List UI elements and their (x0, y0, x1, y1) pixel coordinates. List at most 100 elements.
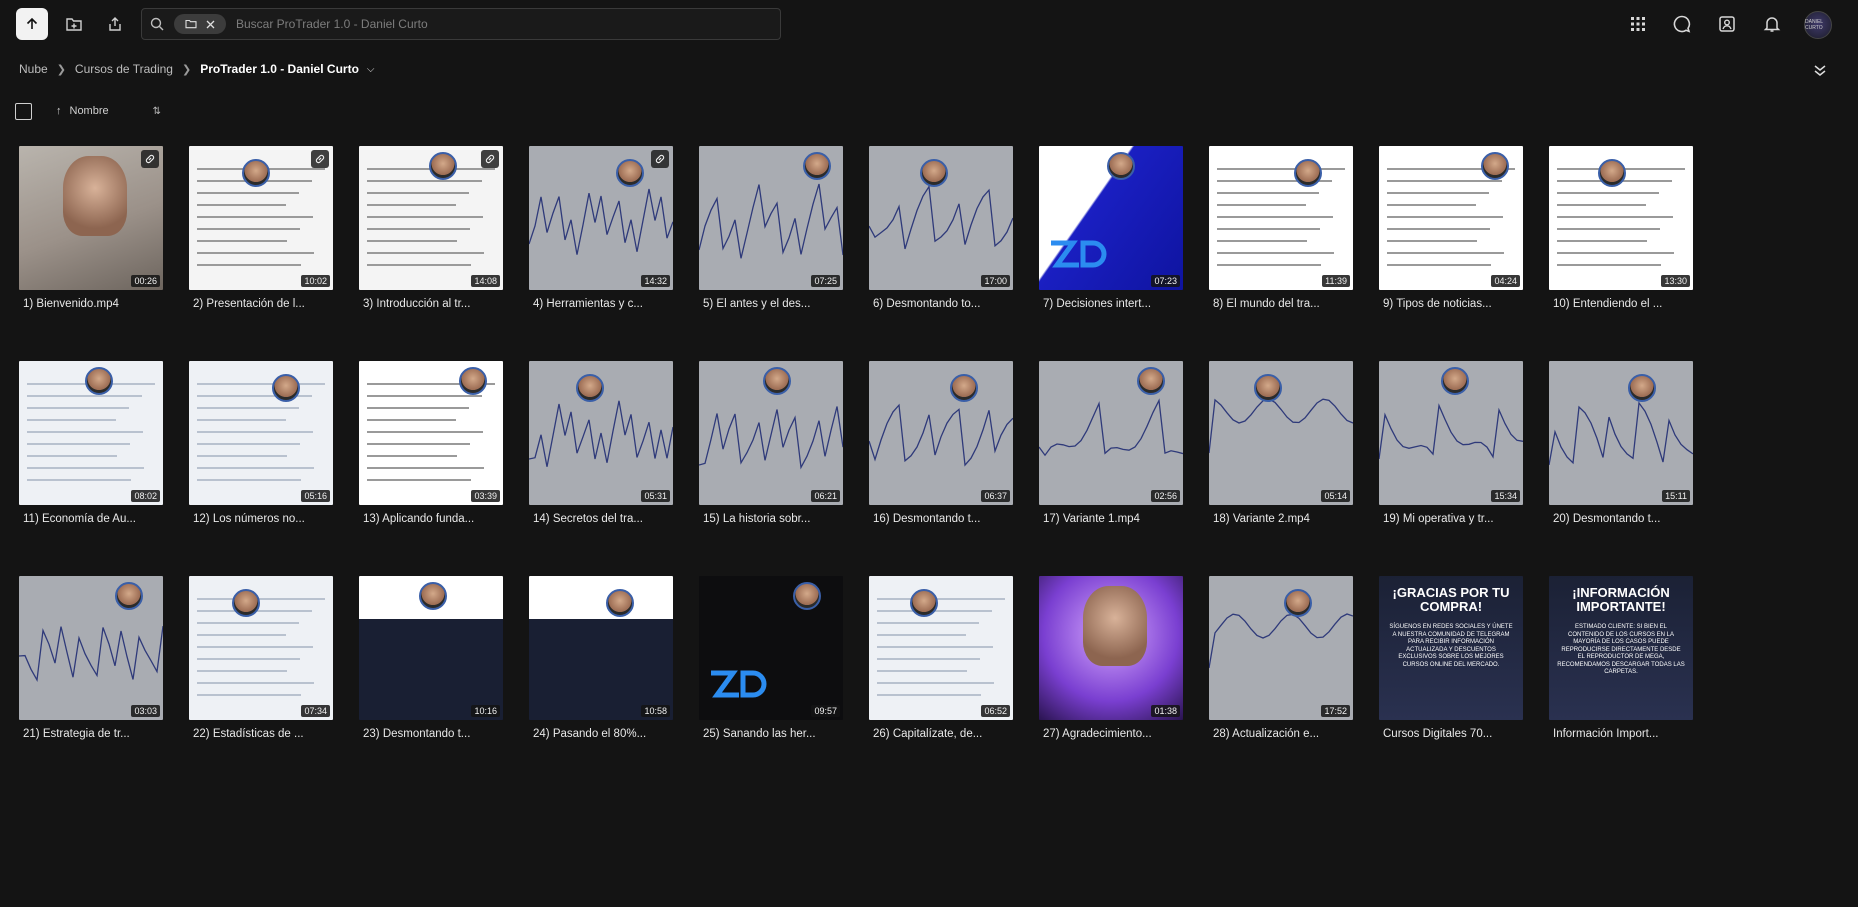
file-name[interactable]: 12) Los números no... (189, 513, 333, 525)
file-card[interactable]: 10:02 2) Presentación de l... (189, 146, 333, 310)
file-card[interactable]: 03:39 13) Aplicando funda... (359, 361, 503, 525)
file-name[interactable]: 19) Mi operativa y tr... (1379, 513, 1523, 525)
file-name[interactable]: 15) La historia sobr... (699, 513, 843, 525)
file-thumbnail[interactable]: 10:02 (189, 146, 333, 290)
file-thumbnail[interactable]: 15:34 (1379, 361, 1523, 505)
breadcrumb-item-cursos[interactable]: Cursos de Trading (75, 62, 173, 76)
file-thumbnail[interactable]: 11:39 (1209, 146, 1353, 290)
file-thumbnail[interactable]: 05:16 (189, 361, 333, 505)
file-thumbnail[interactable]: 14:08 (359, 146, 503, 290)
file-name[interactable]: 8) El mundo del tra... (1209, 298, 1353, 310)
file-card[interactable]: 09:57 25) Sanando las her... (699, 576, 843, 740)
breadcrumb-item-nube[interactable]: Nube (19, 62, 48, 76)
file-card[interactable]: ¡INFORMACIÓN IMPORTANTE! ESTIMADO CLIENTE… (1549, 576, 1693, 740)
select-all-checkbox[interactable] (15, 102, 32, 120)
file-thumbnail[interactable]: ¡GRACIAS POR TU COMPRA! SÍGUENOS EN REDES… (1379, 576, 1523, 720)
file-thumbnail[interactable]: 14:32 (529, 146, 673, 290)
file-name[interactable]: 14) Secretos del tra... (529, 513, 673, 525)
file-card[interactable]: 08:02 11) Economía de Au... (19, 361, 163, 525)
file-name[interactable]: 10) Entendiendo el ... (1549, 298, 1693, 310)
file-card[interactable]: 15:11 20) Desmontando t... (1549, 361, 1693, 525)
file-name[interactable]: 22) Estadísticas de ... (189, 728, 333, 740)
file-name[interactable]: 28) Actualización e... (1209, 728, 1353, 740)
file-card[interactable]: 01:38 27) Agradecimiento... (1039, 576, 1183, 740)
file-thumbnail[interactable]: 06:21 (699, 361, 843, 505)
file-thumbnail[interactable]: 10:16 (359, 576, 503, 720)
file-thumbnail[interactable]: 08:02 (19, 361, 163, 505)
file-name[interactable]: 11) Economía de Au... (19, 513, 163, 525)
file-thumbnail[interactable]: ¡INFORMACIÓN IMPORTANTE! ESTIMADO CLIENTE… (1549, 576, 1693, 720)
file-thumbnail[interactable]: 15:11 (1549, 361, 1693, 505)
file-name[interactable]: 13) Aplicando funda... (359, 513, 503, 525)
file-thumbnail[interactable]: 07:23 (1039, 146, 1183, 290)
file-thumbnail[interactable]: 09:57 (699, 576, 843, 720)
file-thumbnail[interactable]: 00:26 (19, 146, 163, 290)
file-thumbnail[interactable]: 04:24 (1379, 146, 1523, 290)
file-thumbnail[interactable]: 03:03 (19, 576, 163, 720)
file-card[interactable]: 04:24 9) Tipos de noticias... (1379, 146, 1523, 310)
file-thumbnail[interactable]: 05:31 (529, 361, 673, 505)
search-input[interactable] (226, 17, 780, 31)
file-thumbnail[interactable]: 02:56 (1039, 361, 1183, 505)
file-card[interactable]: 11:39 8) El mundo del tra... (1209, 146, 1353, 310)
close-icon[interactable] (206, 20, 215, 29)
file-thumbnail[interactable]: 06:37 (869, 361, 1013, 505)
file-card[interactable]: 07:25 5) El antes y el des... (699, 146, 843, 310)
file-thumbnail[interactable]: 06:52 (869, 576, 1013, 720)
file-card[interactable]: 05:31 14) Secretos del tra... (529, 361, 673, 525)
contacts-icon[interactable] (1713, 10, 1741, 38)
file-card[interactable]: 17:00 6) Desmontando to... (869, 146, 1013, 310)
file-name[interactable]: 24) Pasando el 80%... (529, 728, 673, 740)
file-card[interactable]: 15:34 19) Mi operativa y tr... (1379, 361, 1523, 525)
avatar[interactable]: DANIEL CURTO (1804, 11, 1832, 39)
file-card[interactable]: 10:58 24) Pasando el 80%... (529, 576, 673, 740)
file-card[interactable]: 05:16 12) Los números no... (189, 361, 333, 525)
file-name[interactable]: 18) Variante 2.mp4 (1209, 513, 1353, 525)
file-card[interactable]: 02:56 17) Variante 1.mp4 (1039, 361, 1183, 525)
file-thumbnail[interactable]: 13:30 (1549, 146, 1693, 290)
file-name[interactable]: 5) El antes y el des... (699, 298, 843, 310)
file-name[interactable]: 27) Agradecimiento... (1039, 728, 1183, 740)
file-thumbnail[interactable]: 17:00 (869, 146, 1013, 290)
file-name[interactable]: 9) Tipos de noticias... (1379, 298, 1523, 310)
folder-scope-chip[interactable] (174, 14, 226, 34)
file-card[interactable]: 10:16 23) Desmontando t... (359, 576, 503, 740)
file-card[interactable]: 17:52 28) Actualización e... (1209, 576, 1353, 740)
file-thumbnail[interactable]: 10:58 (529, 576, 673, 720)
apps-grid-icon[interactable] (1624, 10, 1652, 38)
file-card[interactable]: ¡GRACIAS POR TU COMPRA! SÍGUENOS EN REDES… (1379, 576, 1523, 740)
file-name[interactable]: Cursos Digitales 70... (1379, 728, 1523, 740)
file-card[interactable]: 00:26 1) Bienvenido.mp4 (19, 146, 163, 310)
collapse-icon[interactable] (1812, 62, 1828, 78)
file-name[interactable]: 6) Desmontando to... (869, 298, 1013, 310)
file-name[interactable]: 25) Sanando las her... (699, 728, 843, 740)
file-thumbnail[interactable]: 07:25 (699, 146, 843, 290)
chevron-down-icon[interactable]: ⌵ (367, 64, 375, 75)
share-button[interactable] (99, 8, 131, 40)
file-name[interactable]: 3) Introducción al tr... (359, 298, 503, 310)
file-name[interactable]: 1) Bienvenido.mp4 (19, 298, 163, 310)
new-folder-button[interactable] (58, 8, 90, 40)
file-name[interactable]: 16) Desmontando t... (869, 513, 1013, 525)
bell-icon[interactable] (1758, 10, 1786, 38)
file-name[interactable]: Información Import... (1549, 728, 1693, 740)
sort-toggle-icon[interactable]: ⇅ (153, 106, 161, 117)
sort-by-name-button[interactable]: ↑ Nombre ⇅ (56, 105, 161, 117)
file-name[interactable]: 2) Presentación de l... (189, 298, 333, 310)
file-card[interactable]: 06:52 26) Capitalízate, de... (869, 576, 1013, 740)
file-name[interactable]: 4) Herramientas y c... (529, 298, 673, 310)
file-thumbnail[interactable]: 03:39 (359, 361, 503, 505)
file-card[interactable]: 05:14 18) Variante 2.mp4 (1209, 361, 1353, 525)
file-card[interactable]: 06:37 16) Desmontando t... (869, 361, 1013, 525)
file-name[interactable]: 20) Desmontando t... (1549, 513, 1693, 525)
search-bar[interactable] (141, 8, 781, 40)
file-card[interactable]: 14:08 3) Introducción al tr... (359, 146, 503, 310)
file-name[interactable]: 23) Desmontando t... (359, 728, 503, 740)
upload-button[interactable] (16, 8, 48, 40)
file-card[interactable]: 07:23 7) Decisiones intert... (1039, 146, 1183, 310)
breadcrumb-current[interactable]: ProTrader 1.0 - Daniel Curto (200, 62, 359, 76)
file-thumbnail[interactable]: 17:52 (1209, 576, 1353, 720)
file-name[interactable]: 26) Capitalízate, de... (869, 728, 1013, 740)
file-thumbnail[interactable]: 07:34 (189, 576, 333, 720)
file-card[interactable]: 14:32 4) Herramientas y c... (529, 146, 673, 310)
